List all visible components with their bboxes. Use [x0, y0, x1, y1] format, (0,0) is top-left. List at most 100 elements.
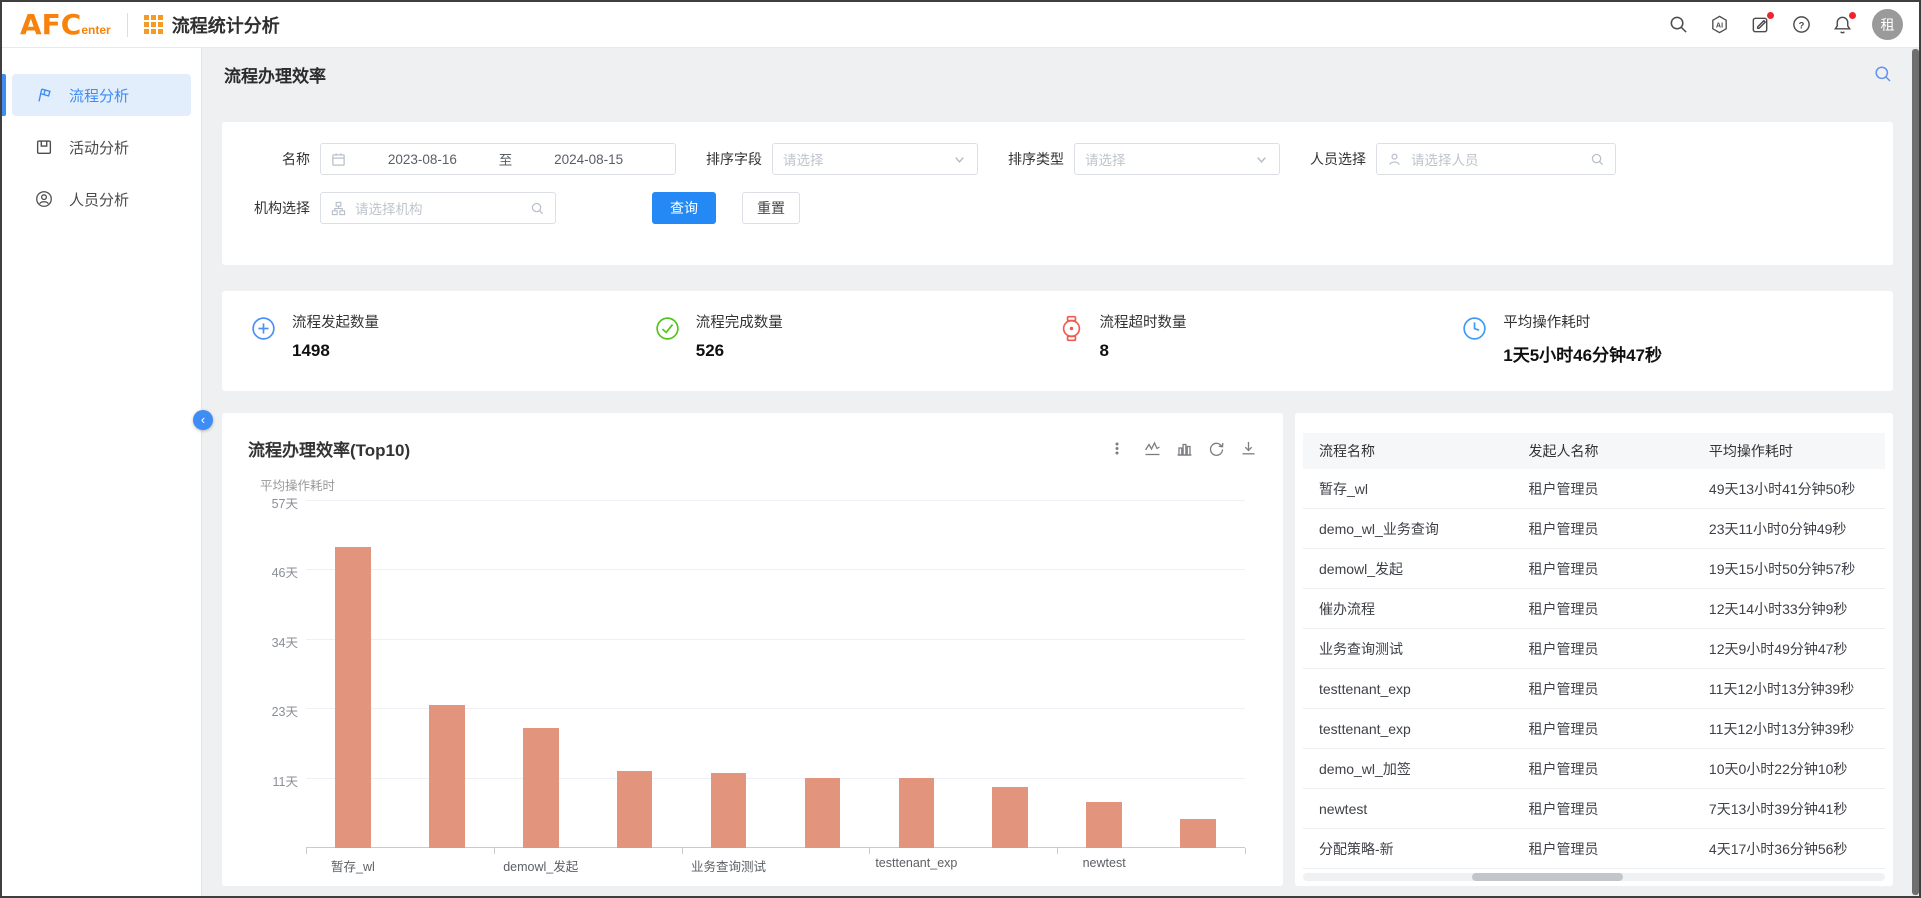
table-row[interactable]: 暂存_wl租户管理员49天13小时41分钟50秒: [1303, 469, 1885, 509]
sort-type-label: 排序类型: [1008, 149, 1064, 169]
table-cell: demo_wl_业务查询: [1303, 519, 1513, 539]
chart-bar[interactable]: [617, 771, 653, 848]
sidebar-item-personnel-analysis[interactable]: 人员分析: [12, 178, 191, 220]
table-cell: 租户管理员: [1513, 559, 1693, 579]
table-cell: 12天9小时49分钟47秒: [1693, 639, 1885, 659]
chevron-down-icon: [1254, 152, 1269, 167]
table-cell: 分配策略-新: [1303, 839, 1513, 859]
date-range-picker[interactable]: 2023-08-16 至 2024-08-15: [320, 143, 676, 175]
table-row[interactable]: 业务查询测试租户管理员12天9小时49分钟47秒: [1303, 629, 1885, 669]
svg-text:?: ?: [1798, 20, 1804, 31]
notification-dot: [1849, 12, 1856, 19]
horizontal-scrollbar[interactable]: [1303, 873, 1885, 881]
x-axis-tick: [306, 848, 307, 854]
page-header: 流程办理效率: [202, 48, 1919, 100]
table-cell: 暂存_wl: [1303, 479, 1513, 499]
memo-icon[interactable]: [1749, 14, 1771, 36]
sort-field-select[interactable]: 请选择: [772, 143, 978, 175]
table-row[interactable]: demo_wl_加签租户管理员10天0小时22分钟10秒: [1303, 749, 1885, 789]
input-placeholder: 请选择人员: [1411, 149, 1479, 169]
sort-type-select[interactable]: 请选择: [1074, 143, 1280, 175]
search-icon: [1590, 152, 1605, 167]
x-axis-label: 业务查询测试: [691, 856, 766, 875]
table-row[interactable]: newtest租户管理员7天13小时39分钟41秒: [1303, 789, 1885, 829]
sidebar-collapse-button[interactable]: ‹: [193, 410, 213, 430]
bar-chart-icon[interactable]: [1176, 440, 1193, 457]
svg-text:AI: AI: [1715, 21, 1722, 29]
x-axis-tick: [1245, 848, 1246, 854]
date-start-value[interactable]: 2023-08-16: [388, 152, 457, 167]
refresh-icon[interactable]: [1208, 440, 1225, 457]
divider: [127, 13, 128, 37]
y-axis-tick-label: 57天: [252, 493, 298, 512]
query-button[interactable]: 查询: [652, 192, 716, 224]
scrollbar-thumb[interactable]: [1912, 49, 1919, 895]
bell-icon[interactable]: [1831, 14, 1853, 36]
chart-bar[interactable]: [429, 705, 465, 848]
line-chart-icon[interactable]: [1144, 440, 1161, 457]
table-row[interactable]: testtenant_exp租户管理员11天12小时13分钟39秒: [1303, 669, 1885, 709]
page-title: 流程办理效率: [224, 62, 326, 87]
table-header: 流程名称 发起人名称 平均操作耗时: [1303, 433, 1885, 469]
logo-text: AFC: [20, 11, 81, 39]
sidebar-item-activity-analysis[interactable]: 活动分析: [12, 126, 191, 168]
table-cell: 23天11小时0分钟49秒: [1693, 519, 1885, 539]
person-circle-icon: [34, 189, 54, 209]
table-cell: 19天15小时50分钟57秒: [1693, 559, 1885, 579]
table-cell: 租户管理员: [1513, 799, 1693, 819]
x-axis-label: newtest: [1083, 856, 1126, 870]
reset-button[interactable]: 重置: [742, 192, 800, 224]
org-select-input[interactable]: 请选择机构: [320, 192, 556, 224]
app-title: 流程统计分析: [172, 12, 280, 38]
person-select-input[interactable]: 请选择人员: [1376, 143, 1616, 175]
table-row[interactable]: demo_wl_业务查询租户管理员23天11小时0分钟49秒: [1303, 509, 1885, 549]
table-cell: 12天14小时33分钟9秒: [1693, 599, 1885, 619]
logo-suffix: enter: [81, 23, 110, 37]
chart-toolbar: [1112, 440, 1257, 457]
table-cell: testtenant_exp: [1303, 681, 1513, 697]
scrollbar-thumb[interactable]: [1472, 873, 1623, 881]
date-end-value[interactable]: 2024-08-15: [554, 152, 623, 167]
ai-icon[interactable]: AI: [1708, 14, 1730, 36]
table-row[interactable]: 催办流程租户管理员12天14小时33分钟9秒: [1303, 589, 1885, 629]
chart-bar[interactable]: [711, 773, 747, 848]
gridline: 34天: [306, 639, 1245, 640]
search-icon[interactable]: [1667, 14, 1689, 36]
table-row[interactable]: testtenant_exp租户管理员11天12小时13分钟39秒: [1303, 709, 1885, 749]
chart-plot: 11天23天34天46天57天暂存_wldemowl_发起业务查询测试testt…: [306, 501, 1245, 848]
table-row[interactable]: 分配策略-新租户管理员4天17小时36分钟56秒: [1303, 829, 1885, 869]
active-indicator: [2, 74, 6, 116]
y-axis-name: 平均操作耗时: [260, 475, 335, 494]
select-placeholder: 请选择: [783, 149, 824, 169]
table-row[interactable]: demowl_发起租户管理员19天15小时50分钟57秒: [1303, 549, 1885, 589]
watch-icon: [1058, 315, 1085, 342]
chart-bar[interactable]: [523, 728, 559, 848]
x-axis-tick: [682, 848, 683, 854]
search-icon: [530, 201, 545, 216]
table-cell: newtest: [1303, 801, 1513, 817]
download-icon[interactable]: [1240, 440, 1257, 457]
stat-value: 1498: [292, 341, 379, 361]
app-window: AFCenter 流程统计分析 AI ? 租: [0, 0, 1921, 898]
chart-bar[interactable]: [899, 778, 935, 848]
dots-icon[interactable]: [1112, 440, 1129, 457]
stat-value: 1天5小时46分钟47秒: [1503, 341, 1662, 366]
y-axis-tick-label: 46天: [252, 562, 298, 581]
chart-bar[interactable]: [1180, 819, 1216, 848]
sidebar-item-process-analysis[interactable]: 流程分析: [12, 74, 191, 116]
page-search-icon[interactable]: [1873, 64, 1893, 84]
x-axis-label: 暂存_wl: [331, 856, 375, 875]
column-header-process-name: 流程名称: [1303, 441, 1513, 461]
chart-bar[interactable]: [805, 778, 841, 848]
chart-bar[interactable]: [1086, 802, 1122, 848]
chart-bar[interactable]: [335, 547, 371, 848]
stat-label: 流程完成数量: [696, 311, 783, 332]
bottom-row: 流程办理效率(Top10): [222, 413, 1893, 886]
avatar[interactable]: 租: [1872, 9, 1903, 40]
panels: 名称 2023-08-16 至 2024-08-15 排序字段 请选择: [202, 100, 1919, 896]
gridline: 57天: [306, 500, 1245, 501]
vertical-scrollbar[interactable]: [1912, 48, 1919, 896]
chart-panel: 流程办理效率(Top10): [222, 413, 1283, 886]
chart-bar[interactable]: [992, 787, 1028, 848]
help-icon[interactable]: ?: [1790, 14, 1812, 36]
